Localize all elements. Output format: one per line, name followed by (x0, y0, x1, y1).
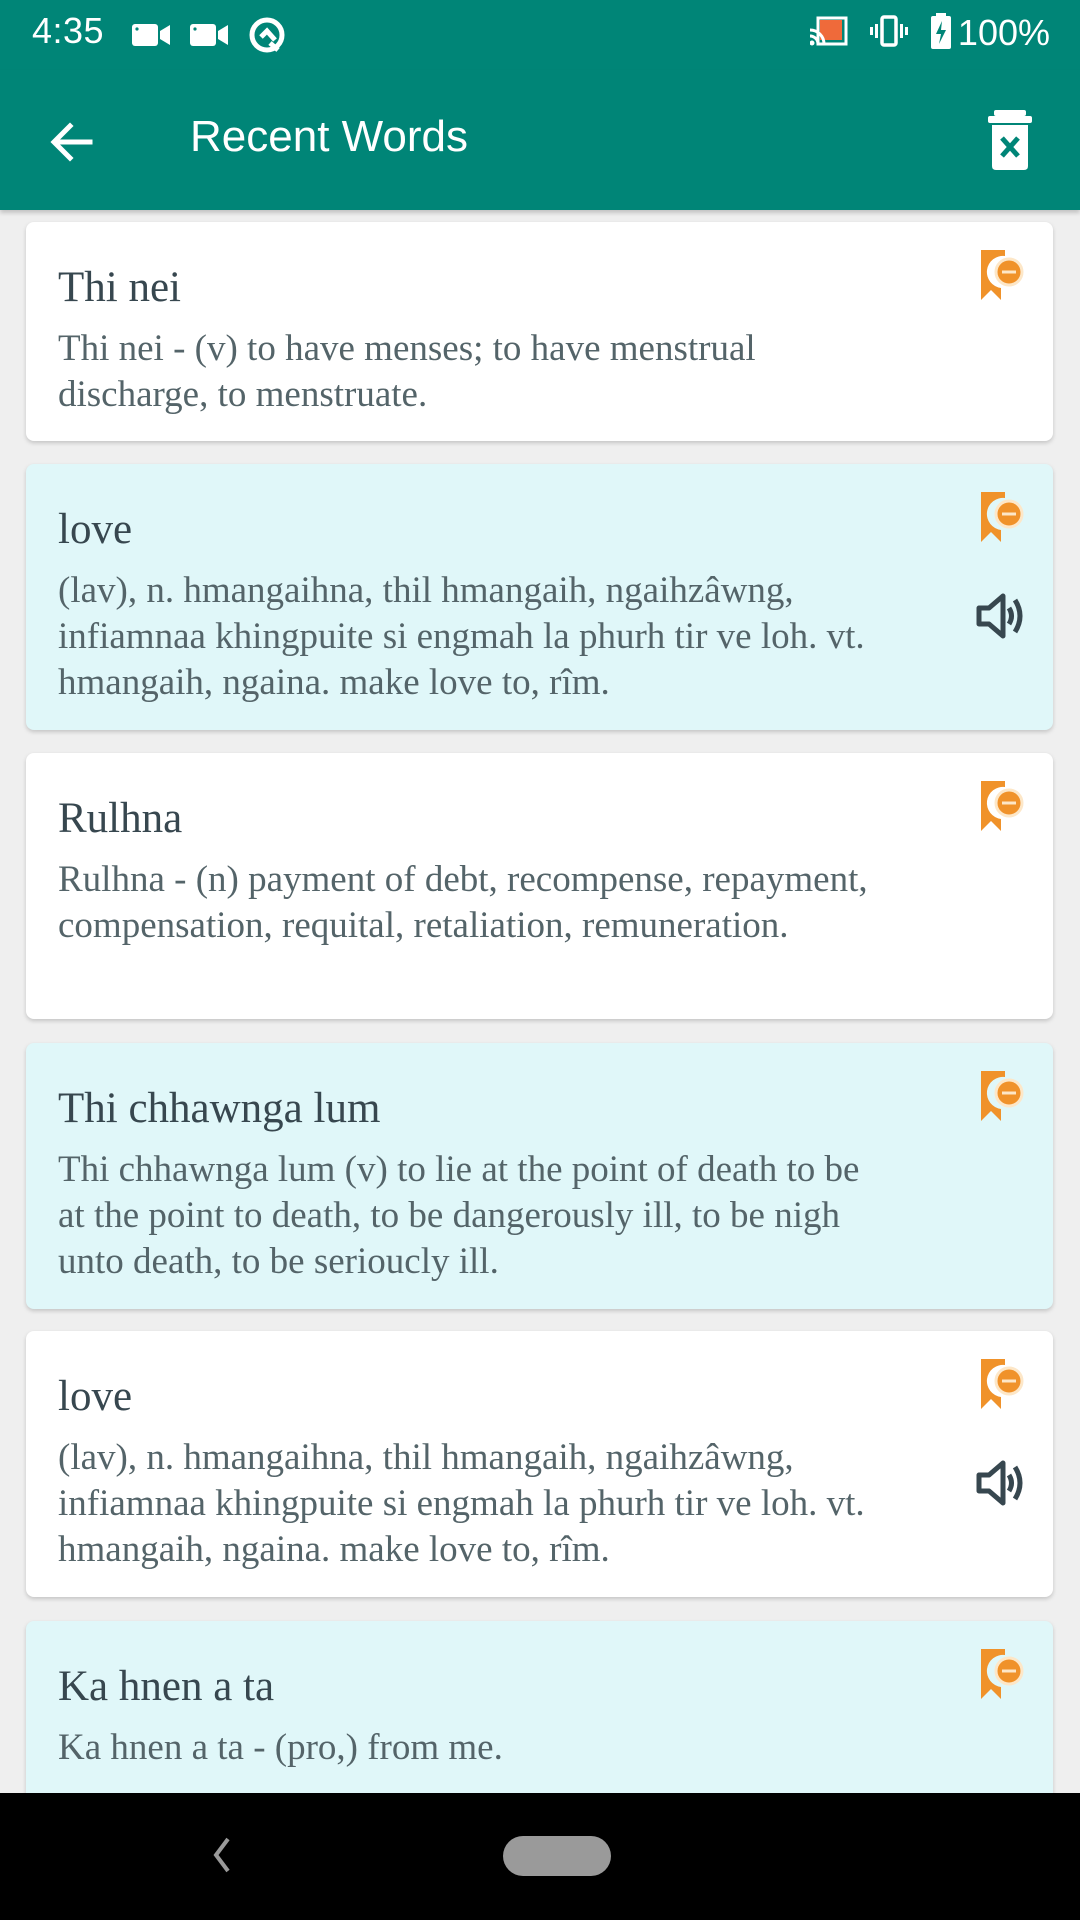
clear-history-button[interactable] (980, 108, 1040, 172)
bookmark-remove-icon (981, 1359, 1024, 1409)
bookmark-remove-icon (981, 1071, 1024, 1121)
word-card[interactable]: Thi chhawnga lum Thi chhawnga lum (v) to… (26, 1043, 1053, 1309)
q-beta-icon (248, 16, 286, 59)
word-card[interactable]: Thi nei Thi nei - (v) to have menses; to… (26, 222, 1053, 441)
status-icons-right: 100% (809, 12, 1050, 54)
word-card[interactable]: Ka hnen a ta Ka hnen a ta - (pro,) from … (26, 1621, 1053, 1793)
video-camera-icon (132, 22, 170, 53)
word-title: love (58, 1373, 133, 1420)
word-title: Thi chhawnga lum (58, 1085, 381, 1132)
bookmark-remove-icon (981, 1649, 1024, 1699)
speaker-icon (976, 1460, 1023, 1506)
play-audio-button[interactable] (975, 590, 1027, 642)
status-icons-left (132, 16, 286, 59)
word-title: Rulhna (58, 795, 183, 842)
word-definition: Thi chhawnga lum (v) to lie at the point… (58, 1149, 860, 1282)
nav-back-icon (213, 1837, 230, 1873)
video-camera-icon (190, 22, 228, 53)
word-title: Ka hnen a ta (58, 1663, 275, 1710)
delete-all-icon (988, 110, 1032, 170)
word-definition: Thi nei - (v) to have menses; to have me… (58, 328, 756, 415)
bookmark-remove-icon (981, 250, 1024, 300)
speaker-icon (976, 593, 1023, 639)
recent-words-list[interactable]: Thi nei Thi nei - (v) to have menses; to… (0, 210, 1080, 1793)
battery-charging-icon (930, 12, 952, 54)
vibrate-icon (869, 14, 908, 52)
word-card[interactable]: love (lav), n. hmangaihna, thil hmangaih… (26, 1331, 1053, 1597)
play-audio-button[interactable] (975, 1457, 1027, 1509)
app-toolbar: Recent Words (0, 70, 1080, 210)
status-time: 4:35 (32, 10, 105, 51)
word-card[interactable]: Rulhna Rulhna - (n) payment of debt, rec… (26, 753, 1053, 1019)
bookmark-remove-icon (981, 492, 1024, 542)
battery-indicator: 100% (930, 12, 1050, 54)
arrow-back-icon (50, 122, 93, 162)
remove-bookmark-button[interactable] (979, 781, 1025, 837)
remove-bookmark-button[interactable] (979, 1359, 1025, 1415)
remove-bookmark-button[interactable] (979, 1071, 1025, 1127)
nav-home-button[interactable] (503, 1836, 611, 1876)
nav-back-button[interactable] (206, 1833, 236, 1877)
word-card[interactable]: love (lav), n. hmangaihna, thil hmangaih… (26, 464, 1053, 730)
word-title: Thi nei (58, 264, 181, 311)
cast-icon (809, 16, 848, 51)
word-title: love (58, 506, 133, 553)
page-title: Recent Words (190, 112, 468, 161)
remove-bookmark-button[interactable] (979, 492, 1025, 548)
status-bar: 4:35 100% (0, 0, 1080, 70)
back-button[interactable] (44, 114, 100, 170)
bookmark-remove-icon (981, 781, 1024, 831)
remove-bookmark-button[interactable] (979, 250, 1025, 306)
battery-percentage: 100% (957, 12, 1050, 53)
word-definition: (lav), n. hmangaihna, thil hmangaih, nga… (58, 570, 865, 703)
word-definition: Ka hnen a ta - (pro,) from me. (58, 1727, 503, 1768)
system-nav-bar (0, 1793, 1080, 1920)
word-definition: (lav), n. hmangaihna, thil hmangaih, nga… (58, 1437, 865, 1570)
remove-bookmark-button[interactable] (979, 1649, 1025, 1705)
word-definition: Rulhna - (n) payment of debt, recompense… (58, 859, 868, 946)
